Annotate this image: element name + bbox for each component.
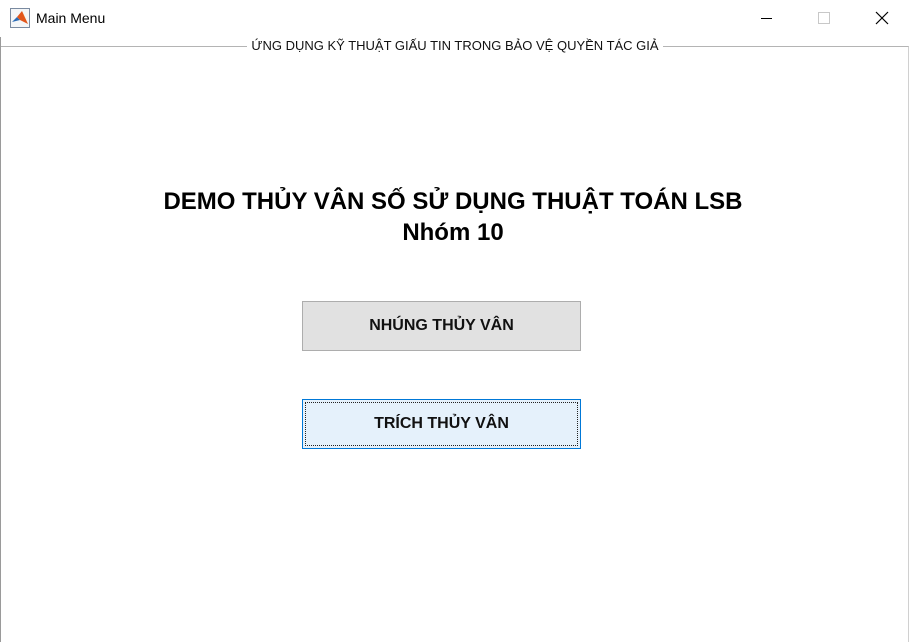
extract-watermark-button[interactable]: TRÍCH THỦY VÂN <box>302 399 581 449</box>
title-bar[interactable]: Main Menu <box>0 0 910 37</box>
embed-watermark-button[interactable]: NHÚNG THỦY VÂN <box>302 301 581 351</box>
close-button[interactable] <box>853 0 910 37</box>
minimize-button[interactable] <box>737 0 795 37</box>
maximize-icon <box>818 12 830 24</box>
heading-group: Nhóm 10 <box>402 219 504 246</box>
main-menu-window: Main Menu ỨNG DỤNG KỸ THUẬT GIẤU TIN TRO… <box>0 0 910 642</box>
panel-title-text: ỨNG DỤNG KỸ THUẬT GIẤU TIN TRONG BẢO VỆ … <box>247 38 663 53</box>
close-icon <box>875 11 889 25</box>
maximize-button[interactable] <box>795 0 853 37</box>
matlab-icon[interactable] <box>10 8 30 28</box>
heading-title: DEMO THỦY VÂN SỐ SỬ DỤNG THUẬT TOÁN LSB <box>163 188 743 215</box>
window-title: Main Menu <box>36 10 106 26</box>
panel-title: ỨNG DỤNG KỸ THUẬT GIẤU TIN TRONG BẢO VỆ … <box>0 38 910 54</box>
minimize-icon <box>761 18 772 19</box>
page-heading: DEMO THỦY VÂN SỐ SỬ DỤNG THUẬT TOÁN LSB … <box>0 186 906 248</box>
